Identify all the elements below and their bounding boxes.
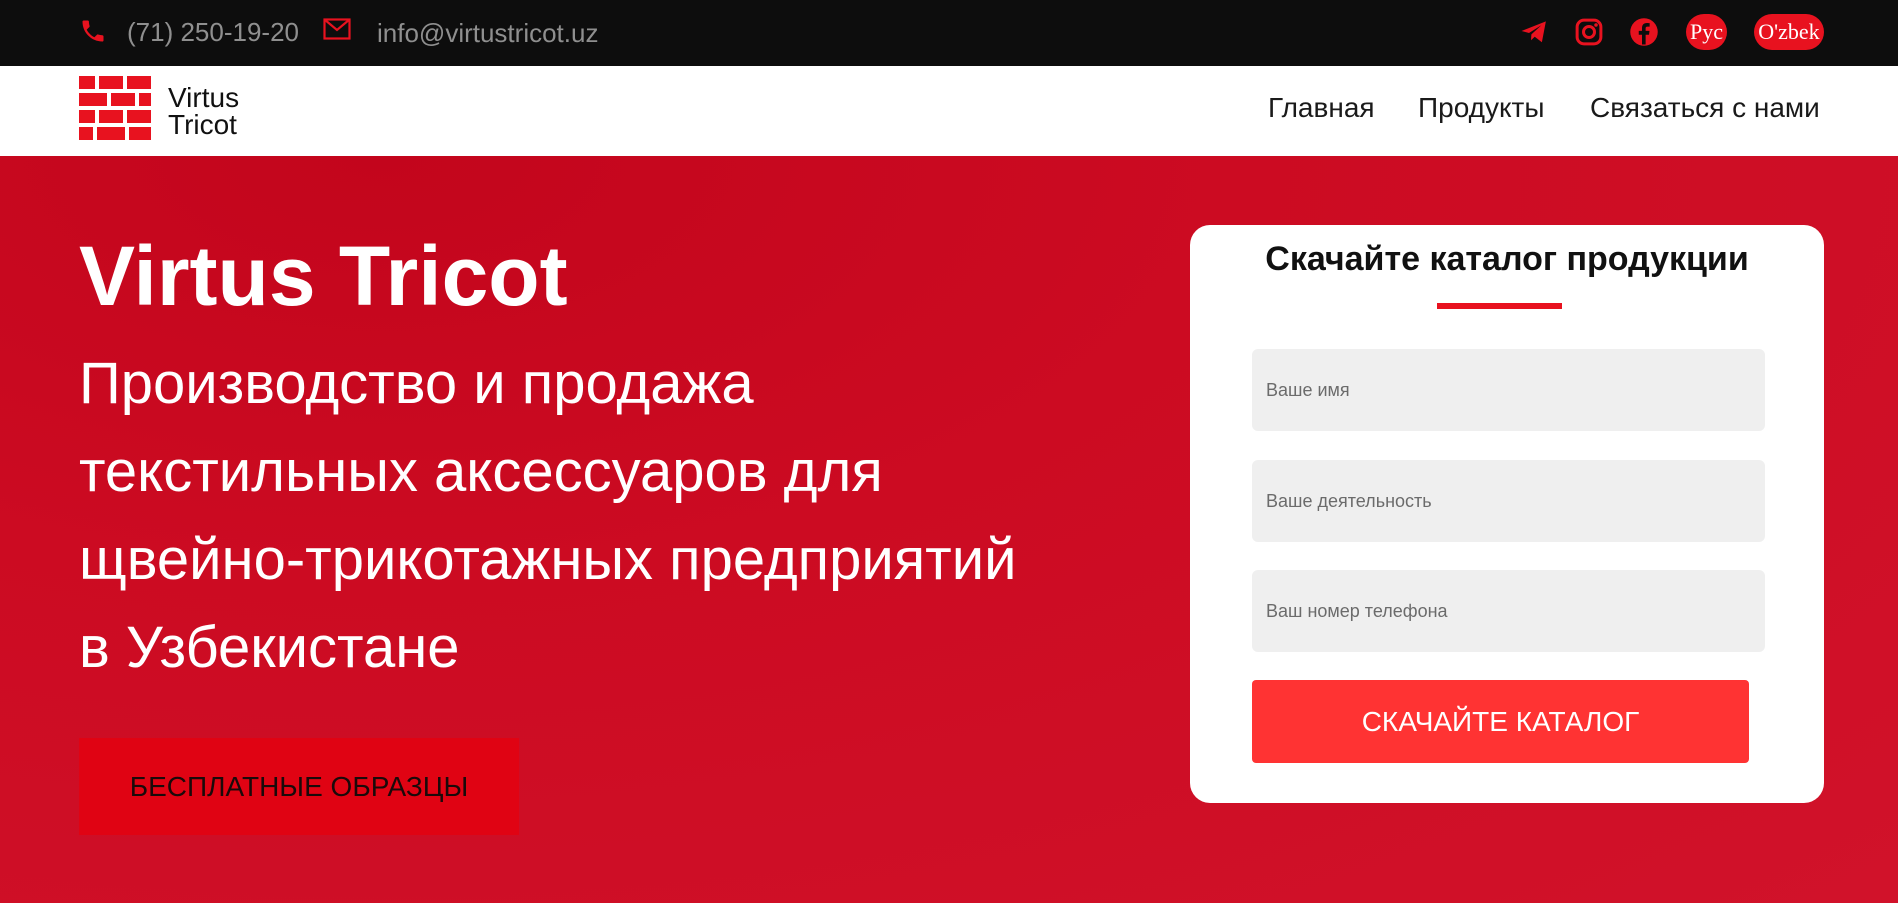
lang-uz-button[interactable]: O'zbek	[1754, 14, 1824, 50]
phone-icon	[82, 20, 104, 42]
mail-icon	[323, 18, 351, 40]
free-samples-button[interactable]: БЕСПЛАТНЫЕ ОБРАЗЦЫ	[79, 738, 519, 835]
form-title: Скачайте каталог продукции	[1265, 240, 1749, 278]
lang-ru-button[interactable]: Рус	[1686, 14, 1727, 50]
activity-input[interactable]	[1252, 460, 1765, 542]
hero-subtitle: Производство и продажа текстильных аксес…	[79, 351, 1017, 680]
nav-item-products[interactable]: Продукты	[1418, 92, 1545, 124]
email-link[interactable]: info@virtustricot.uz	[377, 18, 598, 48]
name-input[interactable]	[1252, 349, 1765, 431]
phone-input[interactable]	[1252, 570, 1765, 652]
logo-bricks-icon[interactable]	[79, 76, 155, 140]
facebook-icon[interactable]	[1629, 17, 1659, 47]
nav-item-contact[interactable]: Связаться с нами	[1590, 92, 1820, 124]
logo-text[interactable]: Virtus Tricot	[168, 82, 240, 140]
phone-number[interactable]: (71) 250-19-20	[127, 17, 299, 47]
download-catalog-button[interactable]: СКАЧАЙТЕ КАТАЛОГ	[1252, 680, 1749, 763]
logo-text-line1: Virtus	[168, 82, 240, 113]
nav-item-home[interactable]: Главная	[1268, 92, 1375, 124]
hero-title: Virtus Tricot	[79, 229, 568, 323]
telegram-icon[interactable]	[1519, 17, 1549, 47]
title-underline	[1437, 303, 1562, 309]
logo-text-line2: Tricot	[168, 109, 237, 140]
instagram-icon[interactable]	[1574, 17, 1604, 47]
